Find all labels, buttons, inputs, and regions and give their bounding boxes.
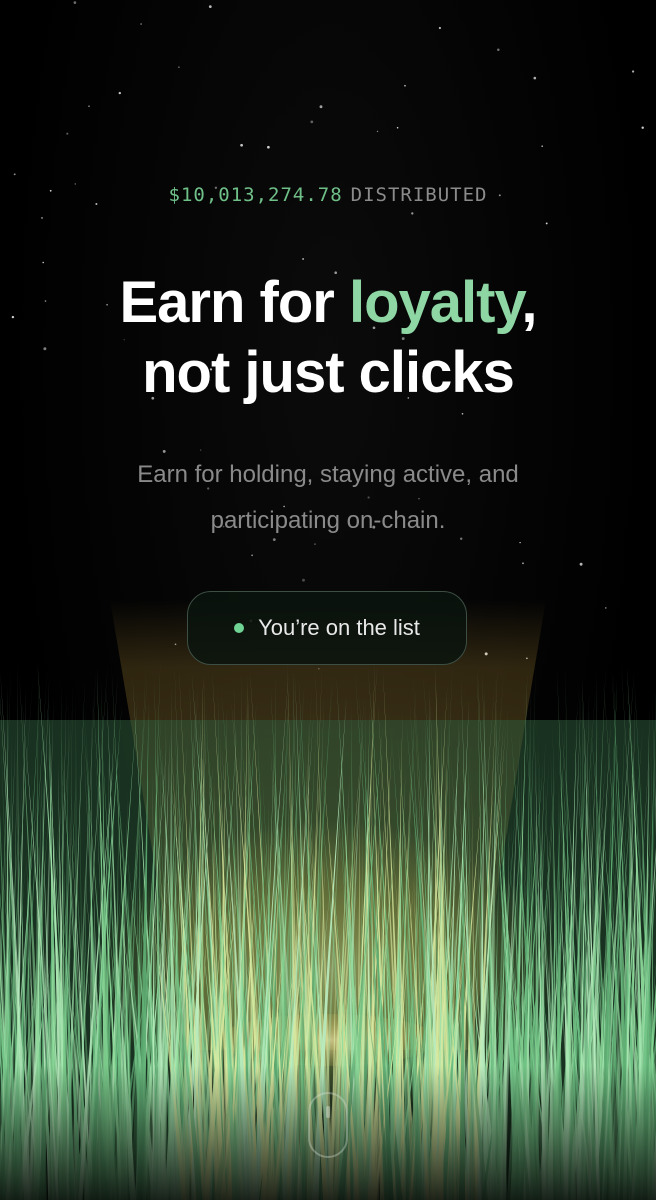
waitlist-status-button[interactable]: You’re on the list	[187, 591, 467, 665]
mouse-scroll-icon[interactable]	[308, 1092, 348, 1158]
headline-text-2: ,	[521, 270, 537, 335]
scroll-wheel-icon	[326, 1106, 330, 1118]
hero-headline: Earn for loyalty, not just clicks	[0, 268, 656, 408]
headline-line-2: not just clicks	[142, 340, 515, 405]
headline-text-1: Earn for	[119, 270, 349, 335]
distributed-stat: $10,013,274.78 DISTRIBUTED	[0, 184, 656, 206]
headline-accent: loyalty	[348, 270, 522, 335]
status-dot-icon	[234, 623, 245, 633]
distributed-label: DISTRIBUTED	[350, 184, 488, 206]
hero-subheadline: Earn for holding, staying active, and pa…	[137, 461, 519, 534]
distributed-amount: $10,013,274.78	[168, 184, 343, 206]
landing-page: $10,013,274.78 DISTRIBUTED Earn for loyal…	[0, 0, 656, 1200]
waitlist-status-label: You’re on the list	[258, 615, 420, 640]
